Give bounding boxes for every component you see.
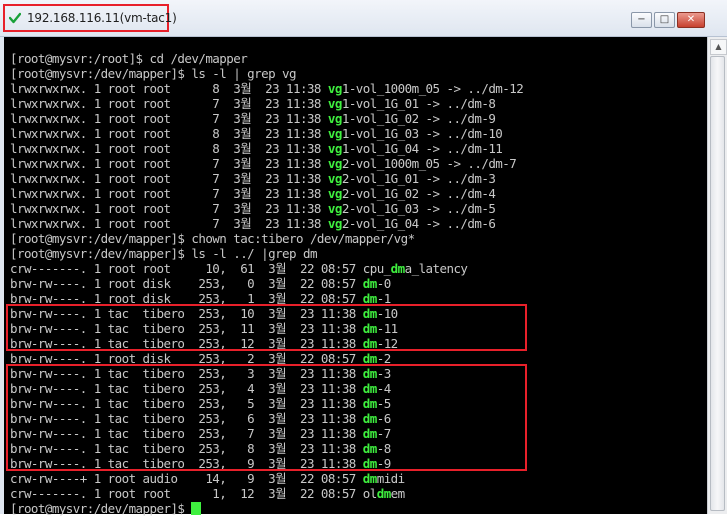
terminal-text: crw-------. 1 root root 10, 61 3월 22 08:… bbox=[10, 261, 391, 276]
terminal-line: lrwxrwxrwx. 1 root root 8 3월 23 11:38 vg… bbox=[10, 141, 523, 156]
terminal-line: [root@mysvr:/dev/mapper]$ ls -l | grep v… bbox=[10, 66, 523, 81]
terminal-text: lrwxrwxrwx. 1 root root 8 3월 23 11:38 bbox=[10, 141, 328, 156]
terminal-text: a_latency bbox=[404, 261, 468, 276]
terminal-text: crw-------. 1 root root 1, 12 3월 22 08:5… bbox=[10, 486, 377, 501]
scroll-up-arrow-icon[interactable]: ▲ bbox=[710, 39, 727, 55]
terminal-text: 2-vol_1G_02 -> ../dm-4 bbox=[341, 186, 496, 201]
terminal-text: 1-vol_1G_02 -> ../dm-9 bbox=[341, 111, 496, 126]
close-button[interactable]: ✕ bbox=[677, 12, 705, 28]
terminal-line: crw-------. 1 root root 1, 12 3월 22 08:5… bbox=[10, 486, 523, 501]
match-highlight: vg bbox=[327, 156, 343, 171]
terminal-text: 2-vol_1G_03 -> ../dm-5 bbox=[341, 201, 496, 216]
vertical-scrollbar[interactable]: ▲ bbox=[707, 37, 727, 514]
window-title: 192.168.116.11(vm-tac1) bbox=[27, 11, 177, 25]
terminal-line: [root@mysvr:/root]$ cd /dev/mapper bbox=[10, 51, 523, 66]
terminal-line: [root@mysvr:/dev/mapper]$ ls -l ../ |gre… bbox=[10, 246, 523, 261]
terminal-line: [root@mysvr:/dev/mapper]$ chown tac:tibe… bbox=[10, 231, 523, 246]
match-highlight: vg bbox=[327, 111, 343, 126]
terminal-text: brw-rw----. 1 root disk 253, 0 3월 22 08:… bbox=[10, 276, 363, 291]
highlight-box-dm10-dm12 bbox=[6, 304, 527, 351]
match-highlight: dm bbox=[376, 486, 392, 501]
scrollbar-thumb[interactable] bbox=[710, 56, 725, 511]
terminal-line: lrwxrwxrwx. 1 root root 7 3월 23 11:38 vg… bbox=[10, 201, 523, 216]
match-highlight: vg bbox=[327, 171, 343, 186]
terminal-text: lrwxrwxrwx. 1 root root 7 3월 23 11:38 bbox=[10, 186, 328, 201]
terminal-line: lrwxrwxrwx. 1 root root 7 3월 23 11:38 vg… bbox=[10, 156, 523, 171]
terminal-text: -0 bbox=[376, 276, 392, 291]
terminal-text: [root@mysvr:/root]$ cd /dev/mapper bbox=[10, 51, 248, 66]
terminal-line: brw-rw----. 1 root disk 253, 0 3월 22 08:… bbox=[10, 276, 523, 291]
match-highlight: dm bbox=[362, 471, 378, 486]
terminal-text: lrwxrwxrwx. 1 root root 7 3월 23 11:38 bbox=[10, 156, 328, 171]
terminal-text: midi bbox=[376, 471, 405, 486]
terminal-line: lrwxrwxrwx. 1 root root 7 3월 23 11:38 vg… bbox=[10, 171, 523, 186]
terminal-text: 2-vol_1G_04 -> ../dm-6 bbox=[341, 216, 496, 231]
match-highlight: dm bbox=[362, 276, 378, 291]
terminal-text: [root@mysvr:/dev/mapper]$ chown tac:tibe… bbox=[10, 231, 415, 246]
terminal-line: lrwxrwxrwx. 1 root root 8 3월 23 11:38 vg… bbox=[10, 126, 523, 141]
terminal-line: crw-rw----+ 1 root audio 14, 9 3월 22 08:… bbox=[10, 471, 523, 486]
terminal-line: lrwxrwxrwx. 1 root root 8 3월 23 11:38 vg… bbox=[10, 81, 524, 96]
terminal-line: lrwxrwxrwx. 1 root root 7 3월 23 11:38 vg… bbox=[10, 111, 523, 126]
terminal-text: em bbox=[390, 486, 406, 501]
match-highlight: dm bbox=[390, 261, 406, 276]
maximize-button[interactable]: □ bbox=[654, 12, 675, 28]
terminal-line: crw-------. 1 root root 10, 61 3월 22 08:… bbox=[10, 261, 523, 276]
terminal-line: lrwxrwxrwx. 1 root root 7 3월 23 11:38 vg… bbox=[10, 186, 523, 201]
match-highlight: vg bbox=[327, 141, 343, 156]
window-titlebar[interactable]: 192.168.116.11(vm-tac1) − □ ✕ bbox=[0, 0, 727, 37]
terminal-text: lrwxrwxrwx. 1 root root 8 3월 23 11:38 bbox=[10, 126, 328, 141]
terminal-text: [root@mysvr:/dev/mapper]$ ls -l | grep v… bbox=[10, 66, 297, 81]
terminal-text: lrwxrwxrwx. 1 root root 7 3월 23 11:38 bbox=[10, 111, 328, 126]
terminal-text: 1-vol_1G_01 -> ../dm-8 bbox=[341, 96, 496, 111]
match-highlight: vg bbox=[327, 126, 343, 141]
minimize-button[interactable]: − bbox=[631, 12, 652, 28]
terminal-text: 2-vol_1G_01 -> ../dm-3 bbox=[341, 171, 496, 186]
terminal-text: 1-vol_1G_04 -> ../dm-11 bbox=[341, 141, 503, 156]
terminal-app-icon bbox=[9, 12, 21, 24]
terminal-line: lrwxrwxrwx. 1 root root 7 3월 23 11:38 vg… bbox=[10, 216, 523, 231]
match-highlight: vg bbox=[327, 186, 343, 201]
terminal-text: 1-vol_1000m_05 -> ../dm-12 bbox=[341, 81, 524, 96]
terminal-text: lrwxrwxrwx. 1 root root 7 3월 23 11:38 bbox=[10, 216, 328, 231]
terminal-text: lrwxrwxrwx. 1 root root 7 3월 23 11:38 bbox=[10, 201, 328, 216]
terminal-text: 2-vol_1000m_05 -> ../dm-7 bbox=[341, 156, 517, 171]
match-highlight: vg bbox=[327, 216, 343, 231]
text-cursor bbox=[191, 502, 202, 515]
terminal-text: lrwxrwxrwx. 1 root root 7 3월 23 11:38 bbox=[10, 96, 328, 111]
match-highlight: vg bbox=[327, 81, 343, 96]
terminal-text: [root@mysvr:/dev/mapper]$ ls -l ../ |gre… bbox=[10, 246, 317, 261]
terminal-text: lrwxrwxrwx. 1 root root 7 3월 23 11:38 bbox=[10, 171, 328, 186]
highlight-box-dm3-dm9 bbox=[6, 364, 527, 471]
terminal-text: 1-vol_1G_03 -> ../dm-10 bbox=[341, 126, 503, 141]
terminal-text: crw-rw----+ 1 root audio 14, 9 3월 22 08:… bbox=[10, 471, 363, 486]
match-highlight: vg bbox=[327, 201, 343, 216]
match-highlight: vg bbox=[327, 96, 343, 111]
terminal-text: lrwxrwxrwx. 1 root root 8 3월 23 11:38 bbox=[10, 81, 328, 96]
terminal-line: lrwxrwxrwx. 1 root root 7 3월 23 11:38 vg… bbox=[10, 96, 523, 111]
